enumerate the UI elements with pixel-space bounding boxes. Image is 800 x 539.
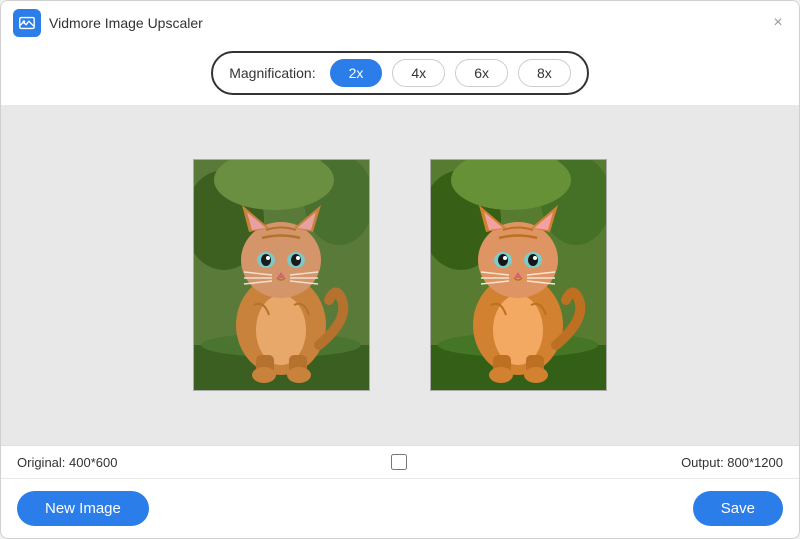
new-image-button[interactable]: New Image [17,491,149,526]
title-bar-left: Vidmore Image Upscaler [13,9,203,37]
title-bar: Vidmore Image Upscaler × [1,1,799,43]
close-button[interactable]: × [769,14,787,32]
app-title: Vidmore Image Upscaler [49,15,203,31]
status-bar: Original: 400*600 Output: 800*1200 [1,445,799,478]
compare-checkbox[interactable] [391,454,407,470]
mag-4x-button[interactable]: 4x [392,59,445,87]
footer: New Image Save [1,478,799,538]
magnification-group: Magnification: 2x 4x 6x 8x [211,51,589,95]
output-size-label: Output: 800*1200 [681,455,783,470]
image-area [1,105,799,445]
magnification-label: Magnification: [229,65,315,81]
mag-6x-button[interactable]: 6x [455,59,508,87]
original-image-wrapper [193,159,370,391]
original-size-label: Original: 400*600 [17,455,117,470]
magnification-bar: Magnification: 2x 4x 6x 8x [1,43,799,105]
app-icon [13,9,41,37]
output-image-wrapper [430,159,607,391]
mag-8x-button[interactable]: 8x [518,59,571,87]
mag-2x-button[interactable]: 2x [330,59,383,87]
app-window: Vidmore Image Upscaler × Magnification: … [0,0,800,539]
save-button[interactable]: Save [693,491,783,526]
